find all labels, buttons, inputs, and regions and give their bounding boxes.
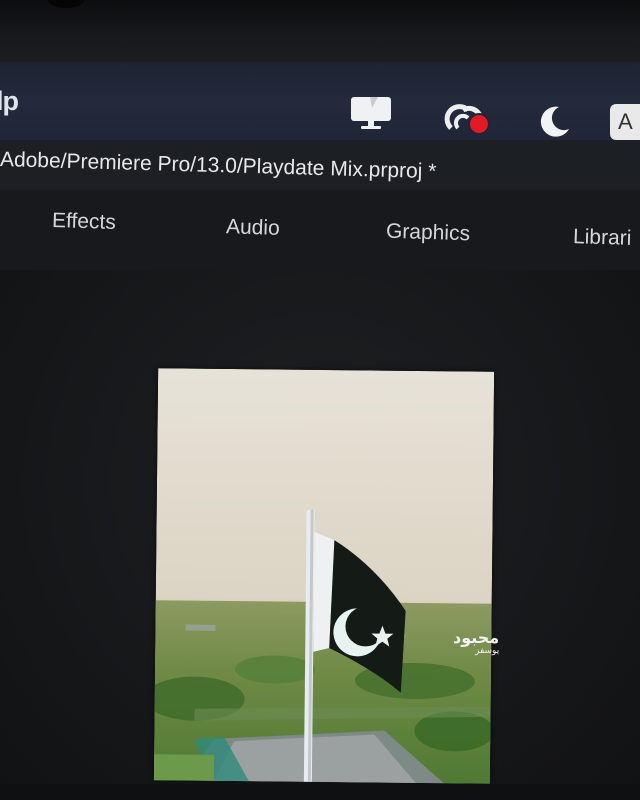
monitor-bezel — [0, 0, 640, 62]
watermark-sub: یوسفز — [475, 646, 500, 656]
notification-dot — [468, 113, 490, 135]
video-preview[interactable] — [153, 368, 495, 784]
tab-graphics[interactable]: Graphics — [386, 220, 471, 247]
moon-icon[interactable] — [536, 104, 572, 140]
tab-effects[interactable]: Effects — [52, 209, 117, 235]
preview-frame — [153, 368, 495, 784]
camera-notch — [48, 0, 84, 8]
tab-audio[interactable]: Audio — [226, 215, 280, 241]
creative-cloud-icon[interactable] — [441, 98, 495, 138]
watermark: محبود یوسفز — [453, 630, 499, 656]
tab-libraries[interactable]: Librari — [573, 225, 632, 251]
bottom-edge — [0, 784, 640, 800]
input-language-icon[interactable]: A — [610, 104, 640, 140]
watermark-main: محبود — [453, 628, 500, 647]
monitor-icon[interactable] — [348, 94, 394, 132]
app-menu-name[interactable]: lp — [0, 86, 19, 117]
